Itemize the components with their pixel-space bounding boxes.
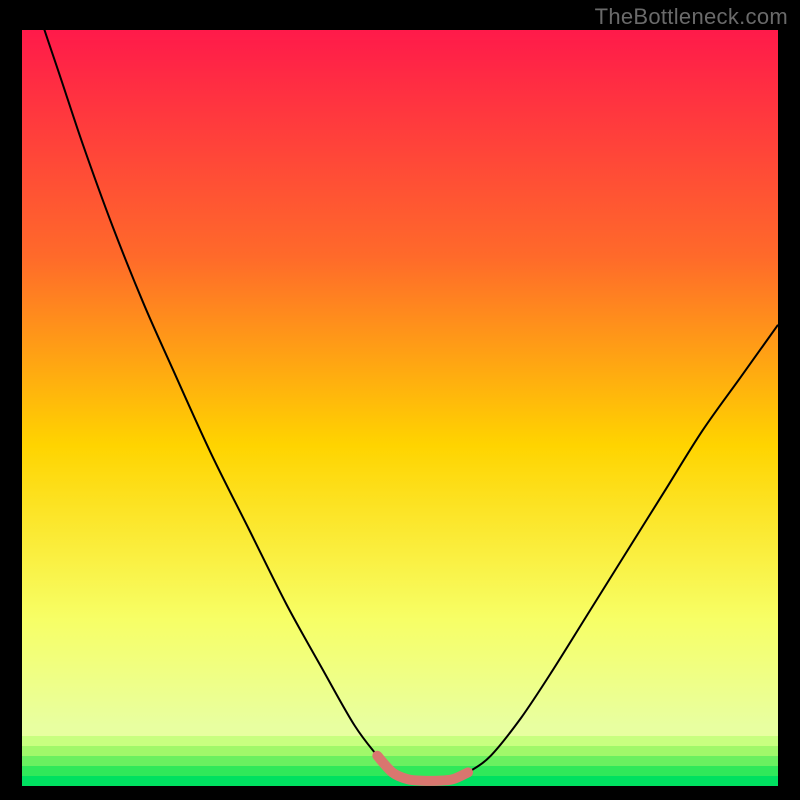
band-stripe bbox=[22, 766, 778, 771]
gradient-background bbox=[22, 30, 778, 786]
band-stripe bbox=[22, 751, 778, 756]
plot-area bbox=[22, 30, 778, 786]
band-stripe bbox=[22, 726, 778, 731]
watermark-text: TheBottleneck.com bbox=[595, 4, 788, 30]
band-stripe bbox=[22, 731, 778, 736]
band-stripe bbox=[22, 736, 778, 741]
band-stripe bbox=[22, 746, 778, 751]
chart-stage: TheBottleneck.com bbox=[0, 0, 800, 800]
band-stripe bbox=[22, 756, 778, 761]
bottleneck-chart bbox=[22, 30, 778, 786]
band-stripe bbox=[22, 741, 778, 746]
band-stripe bbox=[22, 761, 778, 766]
